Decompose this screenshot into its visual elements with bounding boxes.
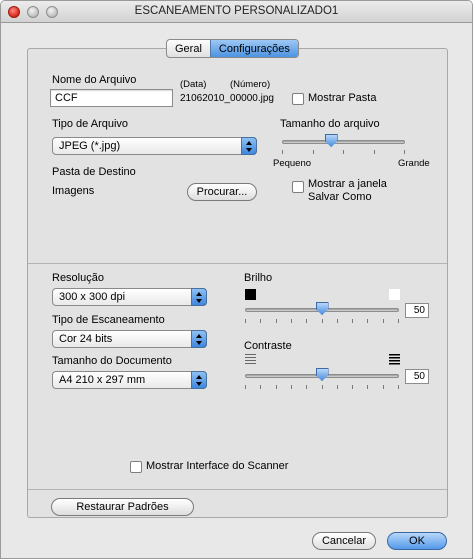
high-contrast-icon: [389, 354, 400, 365]
chevron-updown-icon: [191, 371, 207, 389]
contrast-tick: [245, 385, 246, 389]
show-folder-label: Mostrar Pasta: [308, 92, 377, 104]
resolution-label: Resolução: [52, 272, 104, 284]
scan-type-select[interactable]: Cor 24 bits: [52, 330, 207, 348]
restore-defaults-button[interactable]: Restaurar Padrões: [51, 498, 194, 516]
scan-type-label: Tipo de Escaneamento: [52, 314, 165, 326]
date-tag: (Data): [180, 79, 207, 90]
chevron-updown-icon: [191, 330, 207, 348]
file-size-tick: [312, 150, 314, 154]
brightness-label: Brilho: [244, 272, 273, 284]
file-size-tick: [373, 150, 375, 154]
contrast-tick: [306, 385, 308, 389]
brightness-tick: [245, 319, 246, 323]
bottom-divider: [28, 489, 447, 490]
file-size-tick: [282, 150, 283, 154]
contrast-value-field[interactable]: 50: [405, 369, 429, 384]
file-size-ticks: [282, 150, 405, 154]
brightness-tick: [382, 319, 384, 323]
file-name-label: Nome do Arquivo: [52, 74, 137, 86]
save-as-label-line1: Mostrar a janela: [308, 178, 387, 190]
resolution-value: 300 x 300 dpi: [59, 291, 126, 303]
number-tag: (Número): [230, 79, 271, 90]
cancel-button[interactable]: Cancelar: [312, 532, 376, 550]
destination-value: Imagens: [52, 185, 95, 197]
destination-label: Pasta de Destino: [52, 166, 136, 178]
contrast-tick: [398, 385, 399, 389]
scanner-interface-label: Mostrar Interface do Scanner: [146, 460, 289, 472]
brightness-tick: [260, 319, 262, 323]
tab-settings[interactable]: Configurações: [209, 40, 298, 57]
file-size-label: Tamanho do arquivo: [280, 118, 380, 130]
brightness-tick: [290, 319, 292, 323]
file-size-tick: [343, 150, 344, 154]
browse-button[interactable]: Procurar...: [187, 183, 257, 201]
scan-type-value: Cor 24 bits: [59, 333, 113, 345]
contrast-tick: [275, 385, 277, 389]
brightness-tick: [367, 319, 369, 323]
save-as-checkbox[interactable]: [292, 181, 304, 193]
contrast-tick: [260, 385, 262, 389]
contrast-tick: [321, 385, 323, 389]
tab-bar: Geral Configurações: [166, 39, 299, 58]
brightness-tick: [336, 319, 338, 323]
file-type-value: JPEG (*.jpg): [59, 140, 121, 152]
brightness-tick: [352, 319, 354, 323]
title-bar: ESCANEAMENTO PERSONALIZADO1: [1, 1, 472, 23]
file-type-select[interactable]: JPEG (*.jpg): [52, 137, 257, 155]
brightness-tick: [398, 319, 399, 323]
light-swatch-icon: [389, 289, 400, 300]
contrast-tick: [352, 385, 354, 389]
file-name-suffix: 21062010_00000.jpg: [180, 93, 274, 104]
brightness-value-field[interactable]: 50: [405, 303, 429, 318]
file-size-max-label: Grande: [398, 158, 430, 169]
scanner-interface-checkbox[interactable]: [130, 461, 142, 473]
contrast-ticks: [245, 385, 399, 389]
low-contrast-icon: [245, 354, 256, 365]
contrast-label: Contraste: [244, 340, 292, 352]
file-type-label: Tipo de Arquivo: [52, 118, 129, 130]
window-title: ESCANEAMENTO PERSONALIZADO1: [134, 5, 339, 17]
ok-button[interactable]: OK: [387, 532, 447, 550]
document-size-select[interactable]: A4 210 x 297 mm: [52, 371, 207, 389]
dialog-window: ESCANEAMENTO PERSONALIZADO1 Geral Config…: [0, 0, 473, 559]
brightness-tick: [275, 319, 277, 323]
document-size-label: Tamanho do Documento: [52, 355, 172, 367]
chevron-updown-icon: [191, 288, 207, 306]
file-name-input[interactable]: CCF: [50, 89, 173, 107]
file-size-tick: [404, 150, 405, 154]
brightness-tick: [306, 319, 308, 323]
contrast-tick: [336, 385, 338, 389]
tab-general[interactable]: Geral: [167, 40, 210, 57]
brightness-ticks: [245, 319, 399, 323]
document-size-value: A4 210 x 297 mm: [59, 374, 146, 386]
contrast-tick: [382, 385, 384, 389]
save-as-label-line2: Salvar Como: [308, 191, 372, 203]
file-size-track[interactable]: [282, 140, 405, 144]
section-divider: [28, 263, 447, 264]
contrast-tick: [290, 385, 292, 389]
dark-swatch-icon: [245, 289, 256, 300]
chevron-updown-icon: [241, 137, 257, 155]
brightness-tick: [321, 319, 323, 323]
resolution-select[interactable]: 300 x 300 dpi: [52, 288, 207, 306]
contrast-tick: [367, 385, 369, 389]
file-size-min-label: Pequeno: [273, 158, 312, 169]
show-folder-checkbox[interactable]: [292, 93, 304, 105]
